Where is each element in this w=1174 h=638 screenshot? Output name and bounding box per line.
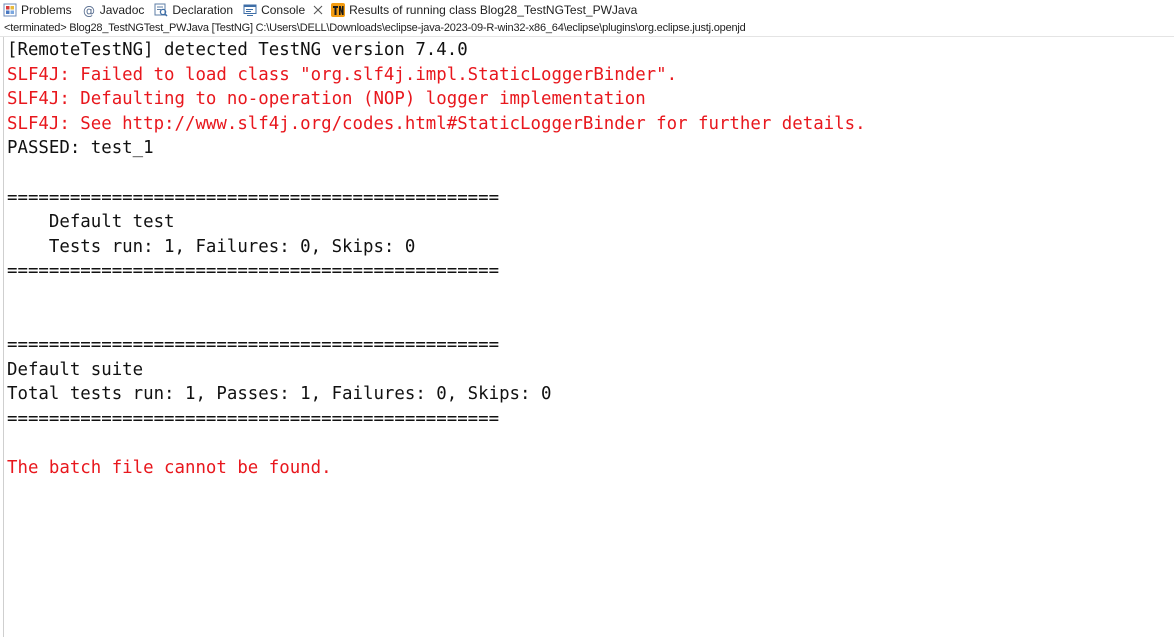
tab-javadoc[interactable]: @ Javadoc [82,0,145,20]
console-line: SLF4J: Failed to load class "org.slf4j.i… [7,64,678,85]
tab-label: Results of running class Blog28_TestNGTe… [349,3,638,17]
console-line: Default suite [7,359,144,380]
console-line: ========================================… [7,261,500,282]
declaration-icon [154,3,168,17]
close-icon[interactable] [313,5,323,15]
console-line: [RemoteTestNG] detected TestNG version 7… [7,40,468,60]
console-lines: [RemoteTestNG] detected TestNG version 7… [0,37,1174,481]
console-line: Total tests run: 1, Passes: 1, Failures:… [7,384,552,405]
process-status-line: <terminated> Blog28_TestNGTest_PWJava [T… [0,20,1174,37]
problems-icon [3,3,17,17]
console-icon [243,4,257,16]
tab-label: Console [261,3,306,17]
tab-label: Declaration [172,3,234,17]
svg-text:@: @ [83,4,95,17]
console-line: The batch file cannot be found. [7,458,332,479]
console-line: Default test [7,212,175,233]
view-tab-bar: Problems @ Javadoc Declaration Console R… [0,0,1174,20]
tab-label: Javadoc [99,3,145,17]
tab-testng-results[interactable]: Results of running class Blog28_TestNGTe… [331,0,637,20]
console-line: Tests run: 1, Failures: 0, Skips: 0 [7,236,416,257]
tab-label: Problems [21,3,72,17]
console-line: SLF4J: Defaulting to no-operation (NOP) … [7,89,646,110]
testng-icon [331,3,346,17]
tab-problems[interactable]: Problems [3,0,72,20]
tab-declaration[interactable]: Declaration [154,0,233,20]
eclipse-console-view: Problems @ Javadoc Declaration Console R… [0,0,1174,638]
console-margin-rule [3,37,4,637]
console-line: ========================================… [7,335,500,356]
console-line: ========================================… [7,187,500,208]
javadoc-icon: @ [83,4,95,17]
console-line: ========================================… [7,408,500,429]
console-line: SLF4J: See http://www.slf4j.org/codes.ht… [7,113,866,134]
console-output[interactable]: [RemoteTestNG] detected TestNG version 7… [0,37,1174,637]
tab-console[interactable]: Console [243,0,323,20]
console-line: PASSED: test_1 [7,138,154,159]
